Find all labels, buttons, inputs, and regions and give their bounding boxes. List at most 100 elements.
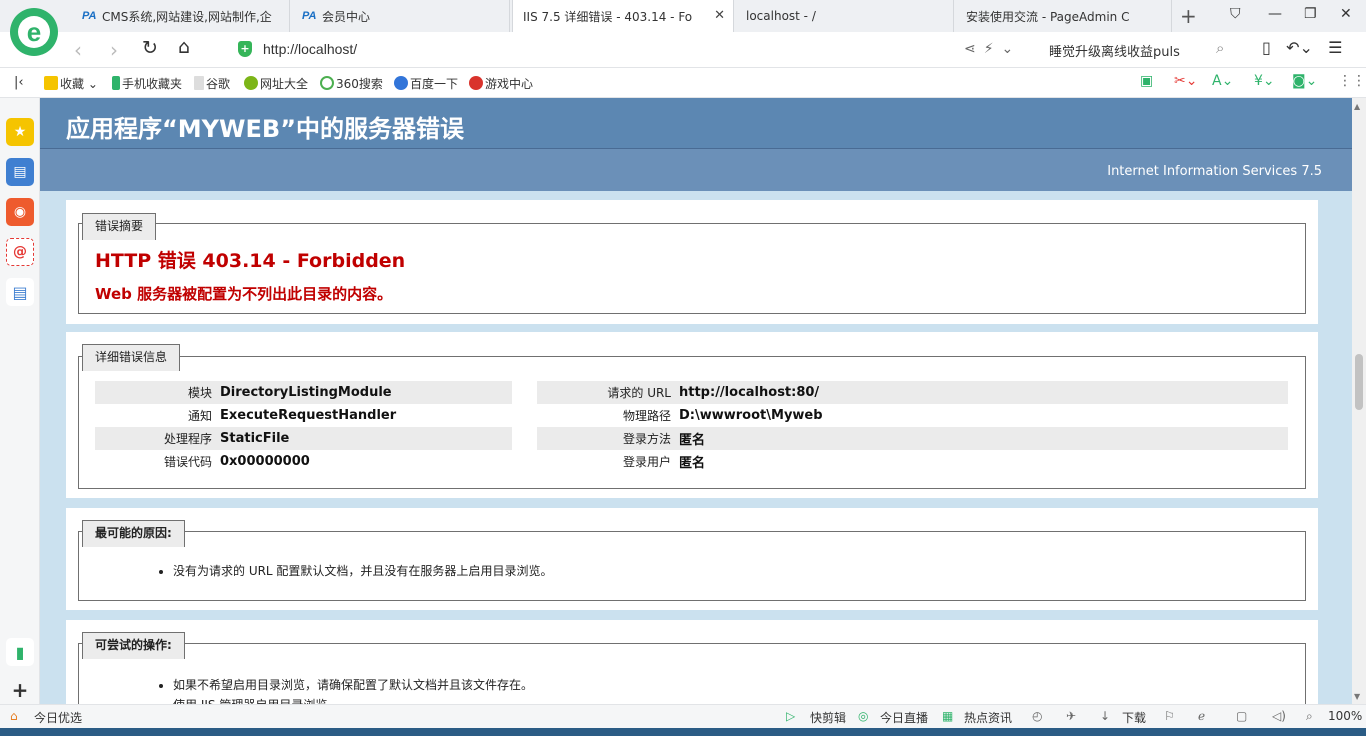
os-taskbar (0, 728, 1366, 736)
action-item: 如果不希望启用目录浏览，请确保配置了默认文档并且该文件存在。 (173, 676, 533, 693)
tab-title: 安装使用交流 - PageAdmin C (966, 9, 1130, 24)
live-link[interactable]: 今日直播 (880, 709, 928, 726)
actions-panel: 如果不希望启用目录浏览，请确保配置了默认文档并且该文件存在。 使用 IIS 管理… (66, 620, 1318, 704)
detail-key: 登录用户 (622, 455, 671, 469)
weibo-sidebar-icon[interactable]: ◉ (6, 198, 34, 226)
game-icon[interactable]: ◙⌄ (1292, 73, 1317, 89)
favorites-sidebar-icon[interactable]: ★ (6, 118, 34, 146)
actions-list: 如果不希望启用目录浏览，请确保配置了默认文档并且该文件存在。 使用 IIS 管理… (173, 676, 533, 704)
bookmark-hao[interactable]: 网址大全 (244, 75, 308, 92)
bookmark-favorites[interactable]: 收藏 ⌄ (44, 75, 98, 92)
error-summary-panel: HTTP 错误 403.14 - Forbidden Web 服务器被配置为不列… (66, 200, 1318, 324)
tab-localhost[interactable]: localhost - / (736, 0, 954, 32)
search-icon[interactable]: ⌕ (1216, 39, 1224, 57)
page-title: 应用程序“MYWEB”中的服务器错误 (66, 115, 464, 143)
detail-value: DirectoryListingModule (220, 385, 392, 400)
actions-box: 如果不希望启用目录浏览，请确保配置了默认文档并且该文件存在。 使用 IIS 管理… (78, 643, 1306, 704)
bookmark-label: 360搜索 (336, 77, 383, 91)
screenshot-icon[interactable]: ✂⌄ (1174, 73, 1197, 89)
download-icon: ↓ (1100, 709, 1111, 723)
share-icon[interactable]: ⋖⚡⌄ (964, 41, 1021, 57)
page-content: 应用程序“MYWEB”中的服务器错误 Internet Information … (40, 98, 1352, 704)
tab-cms[interactable]: PA CMS系统,网站建设,网站制作,企 (72, 0, 290, 32)
notes-sidebar-icon[interactable]: ▤ (6, 278, 34, 306)
mail-sidebar-icon[interactable]: @ (6, 238, 34, 266)
navigation-bar: ‹ › ↻ ⌂ + http://localhost/ ⋖⚡⌄ 睡觉升级离线收益… (0, 32, 1366, 68)
bookmark-360search[interactable]: 360搜索 (320, 75, 383, 92)
pageadmin-icon: PA (302, 10, 317, 22)
vertical-scrollbar[interactable]: ▲ ▼ (1352, 98, 1366, 704)
action-item: 使用 IIS 管理器启用目录浏览。 (173, 696, 533, 704)
maximize-icon[interactable]: ❐ (1304, 6, 1317, 22)
bookmark-google[interactable]: 谷歌 (194, 75, 230, 92)
detail-key: 处理程序 (163, 432, 212, 446)
bookmark-games[interactable]: 游戏中心 (469, 75, 533, 92)
tab-title: CMS系统,网站建设,网站制作,企 (102, 9, 272, 24)
toolbar-icons[interactable]: ▯ ↶⌄ ☰ (1262, 38, 1342, 57)
add-sidebar-icon[interactable]: + (6, 676, 34, 704)
download-link[interactable]: 下载 (1122, 709, 1146, 726)
news-icon: ▦ (942, 709, 954, 723)
scroll-up-icon[interactable]: ▲ (1354, 102, 1360, 111)
tab-title: localhost - / (746, 9, 816, 23)
window-icon[interactable]: ▢ (1236, 709, 1247, 723)
security-shield-icon[interactable]: + (238, 41, 252, 57)
bookmark-baidu[interactable]: 百度一下 (394, 75, 458, 92)
translate-icon[interactable]: A⌄ (1212, 73, 1233, 89)
clipboard-sidebar-icon[interactable]: ▮ (6, 638, 34, 666)
hot-news-link[interactable]: 热点资讯 (964, 709, 1012, 726)
daily-picks-link[interactable]: 今日优选 (34, 709, 82, 726)
detail-key: 请求的 URL (607, 386, 671, 400)
detail-row: 模块 DirectoryListingModule (95, 381, 512, 404)
browser-logo-icon[interactable]: e (10, 8, 58, 56)
detail-row: 物理路径 D:\wwwroot\Myweb (537, 404, 1288, 427)
scrollbar-thumb[interactable] (1355, 354, 1363, 410)
video-clip-icon: ▷ (786, 709, 796, 723)
zoom-level[interactable]: 100% (1328, 709, 1362, 723)
search-input[interactable]: 睡觉升级离线收益puls (1049, 41, 1180, 60)
detail-value: 匿名 (679, 456, 706, 471)
refresh-icon[interactable]: ↻ (142, 37, 158, 59)
close-window-icon[interactable]: ✕ (1340, 6, 1352, 22)
more-icon[interactable]: ⋮⋮ (1338, 73, 1366, 89)
server-banner: Internet Information Services 7.5 (40, 148, 1352, 191)
flag-icon[interactable]: ⚐ (1164, 709, 1175, 723)
tab-install-forum[interactable]: 安装使用交流 - PageAdmin C (956, 0, 1172, 32)
pin-icon[interactable]: ✈ (1066, 709, 1076, 723)
scroll-down-icon[interactable]: ▼ (1354, 692, 1360, 701)
minimize-icon[interactable]: — (1268, 6, 1282, 22)
detail-legend: 详细错误信息 (82, 344, 181, 371)
news-sidebar-icon[interactable]: ▤ (6, 158, 34, 186)
reader-icon[interactable]: ▣ (1140, 73, 1153, 89)
causes-list: 没有为请求的 URL 配置默认文档，并且没有在服务器上启用目录浏览。 (173, 562, 552, 582)
home-icon[interactable]: ⌂ (178, 36, 190, 58)
detail-key: 模块 (187, 386, 212, 400)
bookmark-label: 百度一下 (410, 77, 459, 91)
ie-icon[interactable]: ℯ (1198, 709, 1205, 723)
zoom-icon: ⌕ (1306, 709, 1313, 723)
detail-box: 模块 DirectoryListingModule 通知 ExecuteReques… (78, 356, 1306, 489)
detail-row: 处理程序 StaticFile (95, 427, 512, 450)
bookmark-label: 游戏中心 (485, 77, 534, 91)
skin-icon[interactable]: ⛉ (1230, 6, 1241, 22)
detail-key: 物理路径 (622, 409, 671, 423)
back-icon[interactable]: ‹ (74, 38, 82, 62)
speed-icon[interactable]: ◴ (1032, 709, 1042, 723)
bookmarks-bar: |‹ 收藏 ⌄ 手机收藏夹 谷歌 网址大全 360搜索 百度一下 游戏中心 ▣ … (0, 68, 1366, 98)
wallet-icon[interactable]: ¥⌄ (1254, 73, 1275, 89)
tab-iis-error[interactable]: IIS 7.5 详细错误 - 403.14 - Fo ✕ (512, 0, 734, 32)
tab-member-center[interactable]: PA 会员中心 (292, 0, 510, 32)
detail-row: 登录方法 匿名 (537, 427, 1288, 450)
quick-clip-link[interactable]: 快剪辑 (810, 709, 846, 726)
causes-panel: 没有为请求的 URL 配置默认文档，并且没有在服务器上启用目录浏览。 最可能的原… (66, 508, 1318, 610)
address-input[interactable]: http://localhost/ (263, 41, 357, 57)
collapse-sidebar-icon[interactable]: |‹ (14, 75, 24, 90)
sound-icon[interactable]: ◁) (1272, 709, 1286, 723)
new-tab-icon[interactable]: + (1180, 4, 1197, 28)
error-title: HTTP 错误 403.14 - Forbidden (95, 250, 406, 272)
bookmark-mobile[interactable]: 手机收藏夹 (112, 75, 182, 92)
close-tab-icon[interactable]: ✕ (714, 8, 725, 23)
forward-icon[interactable]: › (110, 38, 118, 62)
error-message: Web 服务器被配置为不列出此目录的内容。 (95, 285, 393, 303)
detail-value: http://localhost:80/ (679, 385, 820, 400)
